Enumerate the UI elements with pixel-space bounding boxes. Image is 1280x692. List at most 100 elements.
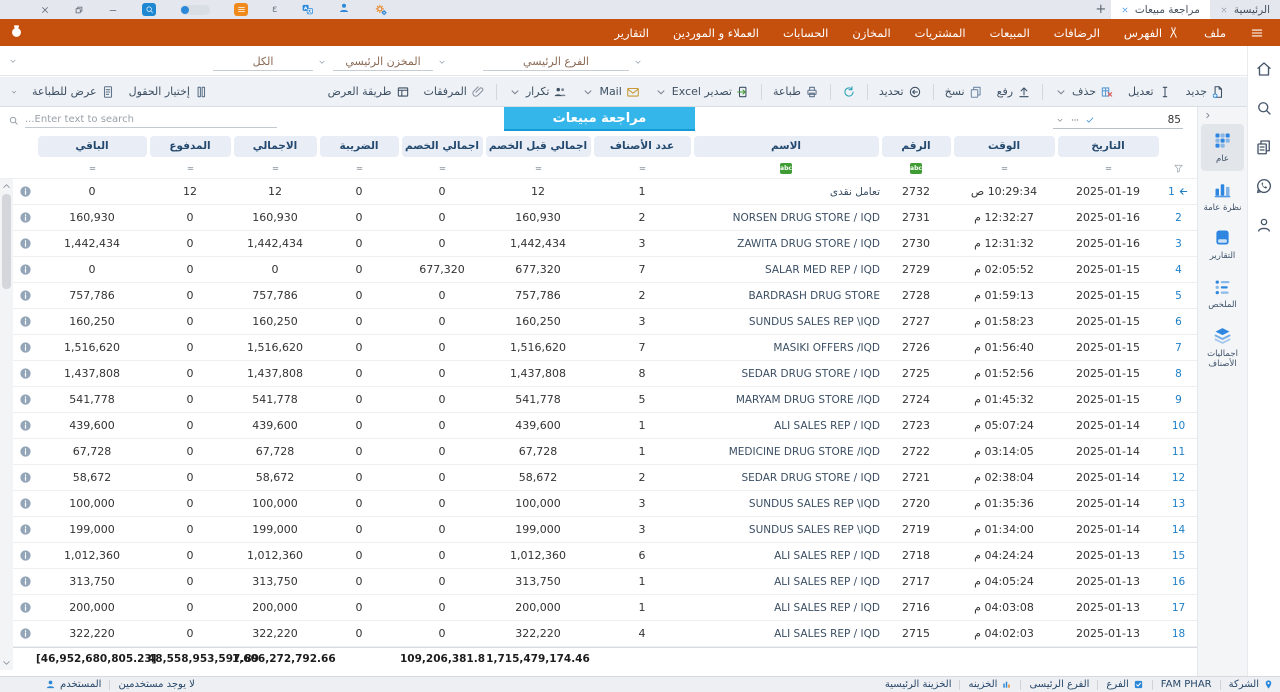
toolbar-button[interactable]: طباعة: [767, 82, 825, 102]
row-index[interactable]: 13: [1160, 498, 1197, 510]
row-index[interactable]: 15: [1160, 550, 1197, 562]
row-index[interactable]: 6: [1160, 316, 1197, 328]
table-row[interactable]: 72025-01-1501:56:40 م2726MASIKI OFFERS /…: [0, 335, 1197, 361]
row-info-button[interactable]: [14, 601, 36, 614]
menu-item[interactable]: ملف: [1192, 19, 1238, 46]
row-info-button[interactable]: [14, 575, 36, 588]
chevron-down-icon[interactable]: [8, 56, 18, 66]
row-info-button[interactable]: [14, 471, 36, 484]
filter-scope[interactable]: الكل: [213, 52, 313, 71]
toolbar-button[interactable]: [836, 82, 862, 102]
copy-doc-icon[interactable]: [1255, 138, 1273, 156]
apps-tile-icon[interactable]: [234, 3, 248, 16]
filter-branch[interactable]: الفرع الرئيسي: [483, 52, 629, 71]
row-index[interactable]: 12: [1160, 472, 1197, 484]
quick-search-button[interactable]: [142, 3, 156, 16]
column-header-rest[interactable]: الباقي: [38, 136, 147, 157]
row-info-button[interactable]: [14, 263, 36, 276]
chevron-down-icon[interactable]: [508, 85, 522, 99]
toolbar-button[interactable]: تحديد: [873, 82, 928, 102]
funnel-icon[interactable]: [1173, 163, 1184, 174]
translate-icon[interactable]: [301, 3, 314, 16]
table-row[interactable]: 142025-01-1401:34:00 م2719SUNDUS SALES R…: [0, 517, 1197, 543]
filter-cell-num[interactable]: abc: [880, 163, 952, 174]
side-panel-item[interactable]: الملخص: [1201, 270, 1244, 317]
toolbar-button[interactable]: تعديل: [1122, 82, 1178, 102]
scrollbar-thumb[interactable]: [2, 194, 11, 289]
menu-item[interactable]: المبيعات: [978, 19, 1042, 46]
row-info-button[interactable]: [14, 367, 36, 380]
table-row[interactable]: 162025-01-1304:05:24 م2717ALI SALES REP …: [0, 569, 1197, 595]
row-index[interactable]: 10: [1160, 420, 1197, 432]
menu-item[interactable]: الرضافات: [1042, 19, 1112, 46]
search-input[interactable]: [25, 113, 277, 128]
scroll-down-icon[interactable]: [1, 657, 12, 668]
table-row[interactable]: 92025-01-1501:45:32 م2724MARYAM DRUG STO…: [0, 387, 1197, 413]
row-info-button[interactable]: [14, 315, 36, 328]
filter-cell-paid[interactable]: [148, 163, 232, 174]
menu-item[interactable]: العملاء و الموردين: [661, 19, 771, 46]
row-info-button[interactable]: [14, 237, 36, 250]
side-panel-item[interactable]: نظرة عامة: [1201, 173, 1244, 220]
ellipsis-icon[interactable]: [1070, 115, 1080, 125]
equals-icon[interactable]: [1103, 163, 1114, 174]
currency-icon[interactable]: ε: [272, 4, 277, 15]
row-info-button[interactable]: [14, 523, 36, 536]
toolbar-button[interactable]: تصدير Excel: [648, 82, 756, 102]
table-row[interactable]: 112025-01-1403:14:05 م2722MEDICINE DRUG …: [0, 439, 1197, 465]
row-index[interactable]: 8: [1160, 368, 1197, 380]
row-info-button[interactable]: [14, 289, 36, 302]
column-header-qty[interactable]: عدد الأصناف: [594, 136, 691, 157]
menu-hamburger[interactable]: [1238, 19, 1276, 46]
gears-icon[interactable]: [374, 3, 388, 17]
chevron-down-icon[interactable]: [581, 85, 595, 99]
chevron-down-icon[interactable]: [633, 57, 643, 67]
column-header-disc[interactable]: اجمالي الخصم: [402, 136, 483, 157]
filter-cell-rest[interactable]: [36, 163, 148, 174]
row-index[interactable]: 14: [1160, 524, 1197, 536]
row-index[interactable]: 18: [1160, 628, 1197, 640]
text-filter-icon[interactable]: abc: [780, 163, 792, 174]
chevron-down-icon[interactable]: [1054, 85, 1068, 99]
toolbar-button[interactable]: المرفقات: [418, 82, 491, 102]
restore-icon[interactable]: [74, 5, 84, 15]
filter-cell-tax[interactable]: [318, 163, 400, 174]
toolbar-button[interactable]: حذف: [1048, 82, 1120, 102]
row-info-button[interactable]: [14, 497, 36, 510]
column-header-before[interactable]: اجمالي قبل الخصم: [486, 136, 591, 157]
table-row[interactable]: 52025-01-1501:59:13 م2728BARDRASH DRUG S…: [0, 283, 1197, 309]
filter-cell-date[interactable]: [1056, 163, 1160, 174]
row-index[interactable]: 16: [1160, 576, 1197, 588]
toolbar-button[interactable]: طريقة العرض: [322, 82, 416, 102]
column-header-total[interactable]: الاجمالي: [234, 136, 317, 157]
row-index[interactable]: 17: [1160, 602, 1197, 614]
scroll-up-icon[interactable]: [1, 181, 12, 192]
filter-cell-idx[interactable]: [1160, 163, 1197, 174]
user-solid-icon[interactable]: [338, 2, 350, 14]
column-header-paid[interactable]: المدفوع: [150, 136, 231, 157]
toolbar-button[interactable]: نسخ: [939, 82, 989, 102]
column-header-name[interactable]: الاسم: [694, 136, 879, 157]
table-row[interactable]: 82025-01-1501:52:56 م2725SEDAR DRUG STOR…: [0, 361, 1197, 387]
row-info-button[interactable]: [14, 341, 36, 354]
table-row[interactable]: 32025-01-1612:31:32 م2730ZAWITA DRUG STO…: [0, 231, 1197, 257]
row-index[interactable]: 5: [1160, 290, 1197, 302]
person-icon[interactable]: [1255, 216, 1273, 234]
equals-icon[interactable]: [533, 163, 544, 174]
filter-cell-qty[interactable]: [592, 163, 692, 174]
whatsapp-icon[interactable]: [1255, 177, 1273, 195]
menu-item[interactable]: الحسابات: [771, 19, 840, 46]
row-info-button[interactable]: [14, 549, 36, 562]
new-tab-button[interactable]: +: [1091, 0, 1111, 19]
equals-icon[interactable]: [437, 163, 448, 174]
toolbar-button[interactable]: تكرار: [502, 82, 574, 102]
table-row[interactable]: 132025-01-1401:35:36 م2720SUNDUS SALES R…: [0, 491, 1197, 517]
menu-item[interactable]: الفهرس: [1112, 19, 1192, 46]
check-icon[interactable]: [1085, 115, 1095, 125]
equals-icon[interactable]: [185, 163, 196, 174]
chevron-down-icon[interactable]: [654, 85, 668, 99]
row-info-button[interactable]: [14, 211, 36, 224]
equals-icon[interactable]: [354, 163, 365, 174]
tab-0[interactable]: الرئيسية: [1210, 0, 1280, 19]
filter-cell-name[interactable]: abc: [692, 163, 880, 174]
